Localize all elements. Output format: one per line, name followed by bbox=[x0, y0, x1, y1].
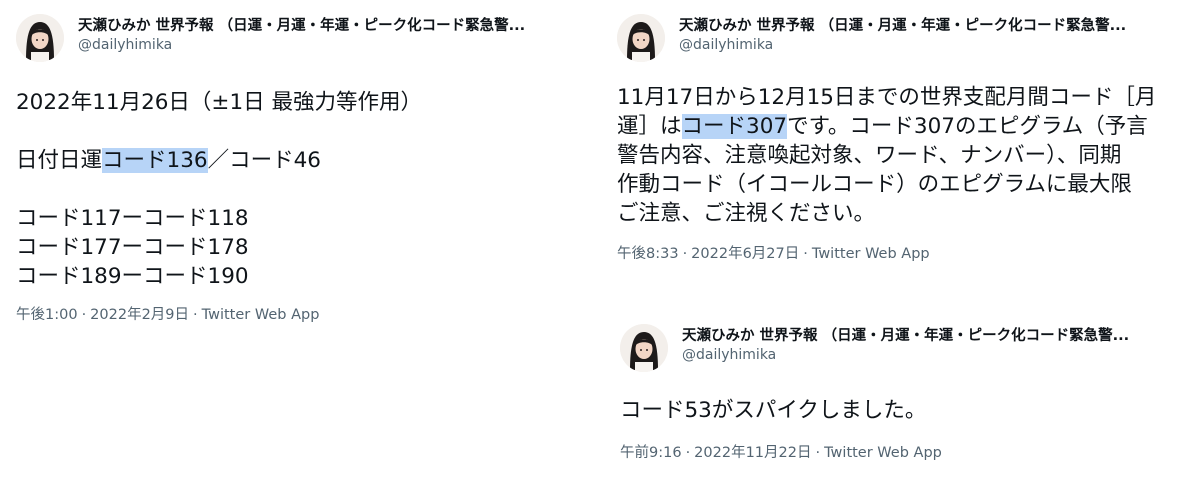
tweet-header: 天瀬ひみか 世界予報 （日運・月運・年運・ピーク化コード緊急警... @dail… bbox=[620, 324, 1190, 376]
handle[interactable]: @dailyhimika bbox=[679, 36, 1149, 54]
separator: · bbox=[81, 307, 87, 323]
tweet-3: 天瀬ひみか 世界予報 （日運・月運・年運・ピーク化コード緊急警... @dail… bbox=[620, 324, 1190, 463]
display-name[interactable]: 天瀬ひみか 世界予報 （日運・月運・年運・ピーク化コード緊急警... bbox=[78, 16, 528, 36]
tweet-text: コード53がスパイクしました。 bbox=[620, 396, 1190, 425]
tweet-date[interactable]: 2022年2月9日 bbox=[90, 307, 189, 323]
tweet-meta: 午前9:16 · 2022年11月22日 · Twitter Web App bbox=[620, 443, 1190, 463]
text-segment: ／コード46 bbox=[207, 148, 321, 173]
tweet-text: 11月17日から12月15日までの世界支配月間コード［月 運］はコード307です… bbox=[617, 83, 1187, 228]
tweet-meta: 午後1:00 · 2022年2月9日 · Twitter Web App bbox=[16, 305, 576, 325]
tweet-source[interactable]: Twitter Web App bbox=[202, 307, 320, 323]
tweet-source[interactable]: Twitter Web App bbox=[812, 246, 930, 262]
tweet-line: コード117ーコード118 bbox=[16, 206, 249, 231]
avatar[interactable] bbox=[620, 324, 668, 372]
tweet-1: 天瀬ひみか 世界予報 （日運・月運・年運・ピーク化コード緊急警... @dail… bbox=[16, 14, 576, 325]
handle[interactable]: @dailyhimika bbox=[78, 36, 528, 54]
tweet-text: 2022年11月26日（±1日 最強力等作用） 日付日運コード136／コード46… bbox=[16, 88, 576, 291]
text-segment: 運］は bbox=[617, 114, 682, 139]
tweet-line: 作動コード（イコールコード）のエピグラムに最大限 bbox=[617, 172, 1132, 197]
tweet-line: 11月17日から12月15日までの世界支配月間コード［月 bbox=[617, 85, 1157, 110]
display-name[interactable]: 天瀬ひみか 世界予報 （日運・月運・年運・ピーク化コード緊急警... bbox=[682, 326, 1152, 346]
separator: · bbox=[193, 307, 198, 323]
tweet-date[interactable]: 2022年11月22日 bbox=[694, 445, 811, 461]
avatar[interactable] bbox=[617, 14, 665, 62]
tweet-time[interactable]: 午後8:33 bbox=[617, 246, 679, 262]
avatar-image bbox=[620, 324, 668, 372]
tweet-line: ご注意、ご注視ください。 bbox=[617, 201, 876, 226]
avatar-image bbox=[617, 14, 665, 62]
tweet-time[interactable]: 午後1:00 bbox=[16, 307, 78, 323]
tweet-line: 運］はコード307です。コード307のエピグラム（予言 bbox=[617, 112, 1187, 141]
text-segment: 日付日運 bbox=[16, 148, 103, 173]
highlighted-text: コード136 bbox=[102, 148, 208, 173]
separator: · bbox=[815, 445, 821, 461]
avatar[interactable] bbox=[16, 14, 64, 62]
tweet-header: 天瀬ひみか 世界予報 （日運・月運・年運・ピーク化コード緊急警... @dail… bbox=[16, 14, 576, 66]
separator: · bbox=[685, 445, 691, 461]
tweet-header: 天瀬ひみか 世界予報 （日運・月運・年運・ピーク化コード緊急警... @dail… bbox=[617, 14, 1187, 66]
tweet-2: 天瀬ひみか 世界予報 （日運・月運・年運・ピーク化コード緊急警... @dail… bbox=[617, 14, 1187, 264]
separator: · bbox=[803, 246, 808, 262]
author-block: 天瀬ひみか 世界予報 （日運・月運・年運・ピーク化コード緊急警... @dail… bbox=[682, 324, 1152, 364]
tweet-source[interactable]: Twitter Web App bbox=[824, 445, 942, 461]
tweet-time[interactable]: 午前9:16 bbox=[620, 445, 682, 461]
tweet-line: コード189ーコード190 bbox=[16, 264, 249, 289]
tweet-line: 2022年11月26日（±1日 最強力等作用） bbox=[16, 90, 422, 115]
handle[interactable]: @dailyhimika bbox=[682, 346, 1152, 364]
tweet-line: 日付日運コード136／コード46 bbox=[16, 146, 576, 175]
highlighted-text: コード307 bbox=[681, 114, 788, 139]
tweet-meta: 午後8:33 · 2022年6月27日 · Twitter Web App bbox=[617, 244, 1187, 264]
author-block: 天瀬ひみか 世界予報 （日運・月運・年運・ピーク化コード緊急警... @dail… bbox=[679, 14, 1149, 54]
display-name[interactable]: 天瀬ひみか 世界予報 （日運・月運・年運・ピーク化コード緊急警... bbox=[679, 16, 1149, 36]
tweet-line: 警告内容、注意喚起対象、ワード、ナンバー）、同期 bbox=[617, 143, 1122, 168]
text-segment: です。コード307のエピグラム（予言 bbox=[787, 114, 1148, 139]
avatar-image bbox=[16, 14, 64, 62]
author-block: 天瀬ひみか 世界予報 （日運・月運・年運・ピーク化コード緊急警... @dail… bbox=[78, 14, 528, 54]
separator: · bbox=[682, 246, 688, 262]
tweet-line: コード53がスパイクしました。 bbox=[620, 398, 927, 423]
tweet-line: コード177ーコード178 bbox=[16, 235, 249, 260]
tweet-date[interactable]: 2022年6月27日 bbox=[691, 246, 799, 262]
